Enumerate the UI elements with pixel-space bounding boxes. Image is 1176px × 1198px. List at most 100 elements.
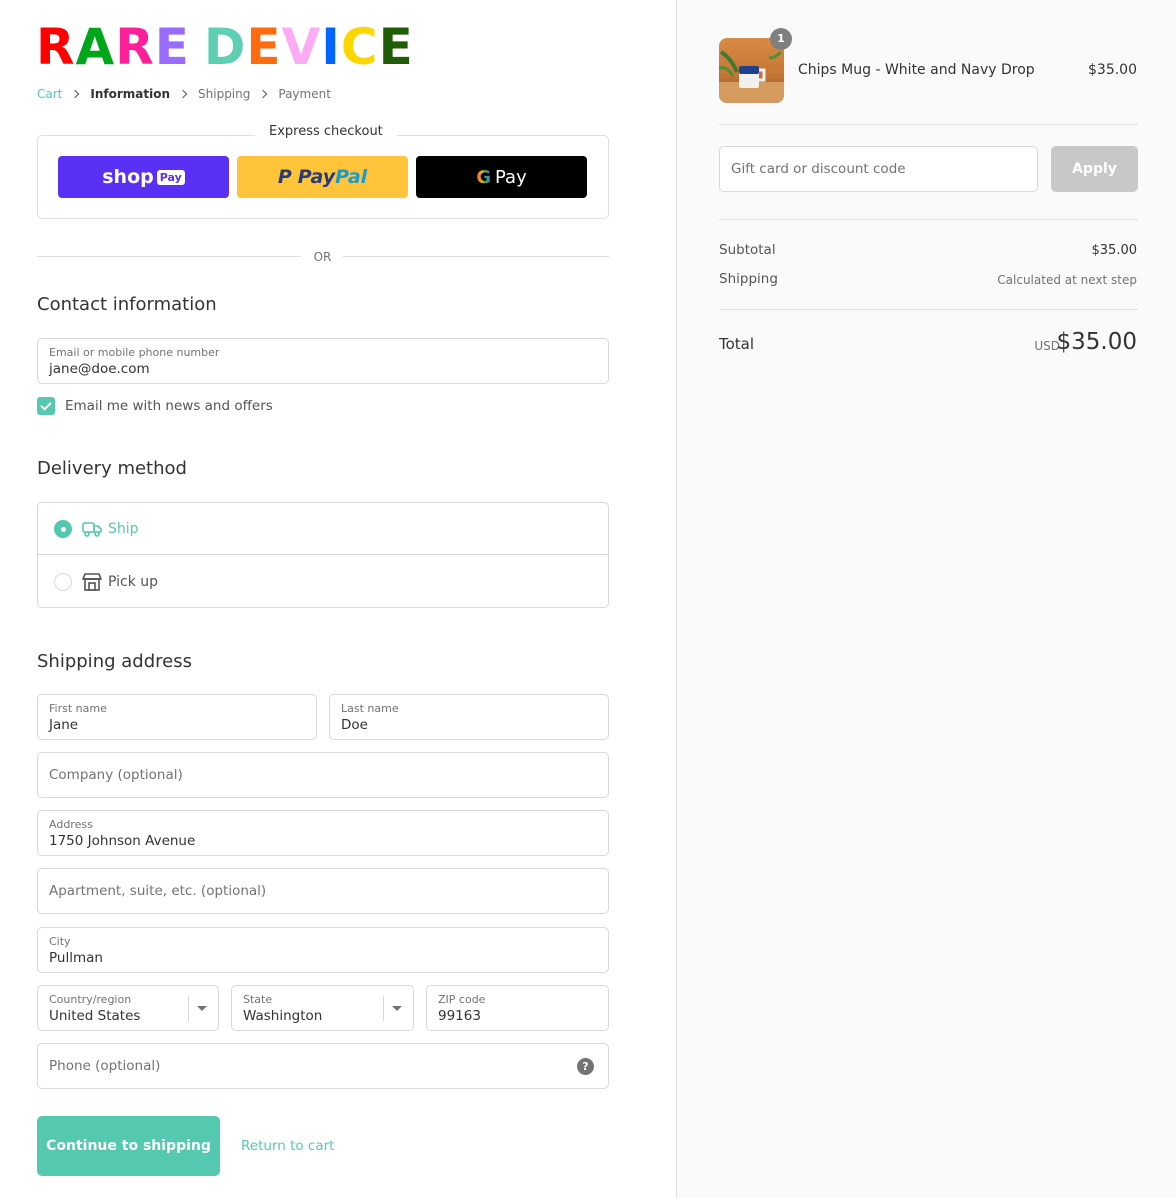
quantity-badge: 1 [770,28,792,50]
first-name-value: Jane [49,717,79,733]
google-g-icon: G [476,166,492,188]
newsletter-label[interactable]: Email me with news and offers [65,398,273,414]
country-label: Country/region [49,993,132,1006]
product-name: Chips Mug - White and Navy Drop [798,62,1035,78]
shipping-heading: Shipping address [37,651,192,672]
logo-letter: E [378,18,414,76]
subtotal-value: $35.00 [1091,243,1138,258]
logo-letter: C [340,18,379,76]
breadcrumb: Cart Information Shipping Payment [37,87,331,101]
total-label: Total [719,335,755,353]
email-value: jane@doe.com [49,361,150,377]
checkout-main: RARE DEVICE Cart Information Shipping Pa… [0,0,676,1198]
last-name-value: Doe [341,717,368,733]
chevron-right-icon [71,88,81,100]
delivery-method-group: Ship Pick up [37,502,609,608]
shipping-label: Shipping [719,271,778,287]
last-name-label: Last name [341,702,399,715]
discount-code-input[interactable]: Gift card or discount code [719,146,1038,192]
summary-divider [719,124,1138,125]
pickup-label: Pick up [108,574,159,590]
apply-button[interactable]: Apply [1051,146,1138,192]
delivery-option-pickup[interactable]: Pick up [38,556,608,608]
city-value: Pullman [49,950,103,966]
logo-letter: E [246,18,282,76]
state-label: State [243,993,273,1006]
first-name-label: First name [49,702,107,715]
breadcrumb-information: Information [90,87,171,101]
product-price: $35.00 [1088,62,1137,78]
logo-letter: I [321,18,341,76]
total-value: $35.00 [1056,329,1137,355]
logo-letter: D [203,18,247,76]
breadcrumb-payment: Payment [278,87,331,101]
email-field[interactable]: Email or mobile phone number jane@doe.co… [37,338,609,384]
google-pay-button[interactable]: G Pay [416,156,587,198]
logo-letter [190,22,204,72]
subtotal-label: Subtotal [719,242,776,258]
paypal-button[interactable]: P Pay Pal [237,156,408,198]
address-label: Address [49,818,93,831]
chevron-right-icon [179,88,189,100]
ship-radio[interactable] [54,519,72,538]
return-to-cart-link[interactable]: Return to cart [241,1138,334,1154]
company-field[interactable]: Company (optional) [37,752,609,798]
company-placeholder: Company (optional) [49,767,183,783]
zip-label: ZIP code [438,993,486,1006]
discount-placeholder: Gift card or discount code [731,161,906,177]
ship-label: Ship [108,520,139,537]
phone-field[interactable]: Phone (optional) ? [37,1043,609,1089]
paypal-text-pal: Pal [335,166,368,188]
select-divider [188,996,189,1021]
shop-pay-word: shop [102,166,154,188]
select-divider [383,996,384,1021]
delivery-option-ship[interactable]: Ship [38,503,608,555]
chevron-down-icon [197,1006,207,1011]
logo-letter: V [281,18,322,76]
store-icon [82,573,102,591]
country-value: United States [49,1008,141,1024]
contact-heading: Contact information [37,294,217,315]
logo-letter: A [75,18,116,76]
state-select[interactable]: State Washington [231,985,414,1031]
shop-pay-button[interactable]: shop Pay [58,156,229,198]
chevron-right-icon [259,88,269,100]
help-icon[interactable]: ? [577,1058,594,1075]
summary-divider [719,309,1138,310]
address-value: 1750 Johnson Avenue [49,833,196,849]
divider-line [37,256,301,257]
order-summary: 1 Chips Mug - White and Navy Drop $35.00… [676,0,1176,1198]
delivery-heading: Delivery method [37,458,187,479]
brand-logo[interactable]: RARE DEVICE [36,22,414,72]
breadcrumb-shipping: Shipping [198,87,251,101]
newsletter-checkbox[interactable] [37,397,55,415]
city-label: City [49,935,71,948]
logo-letter: R [115,18,155,76]
or-divider: OR [313,250,332,264]
last-name-field[interactable]: Last name Doe [329,694,609,740]
address-field[interactable]: Address 1750 Johnson Avenue [37,810,609,856]
continue-to-shipping-button[interactable]: Continue to shipping [37,1116,220,1176]
paypal-text-pay: Pay [297,166,336,188]
city-field[interactable]: City Pullman [37,927,609,973]
logo-letter: R [36,18,76,76]
truck-icon [82,521,102,537]
google-pay-label: Pay [495,166,527,188]
state-value: Washington [243,1008,323,1024]
pickup-radio[interactable] [54,573,72,591]
shop-pay-badge: Pay [156,169,185,185]
shipping-value: Calculated at next step [997,273,1137,287]
breadcrumb-cart[interactable]: Cart [37,87,62,101]
country-select[interactable]: Country/region United States [37,985,219,1031]
logo-letter: E [154,18,190,76]
first-name-field[interactable]: First name Jane [37,694,317,740]
paypal-logo-icon: P [277,166,292,188]
chevron-down-icon [392,1006,402,1011]
email-label: Email or mobile phone number [49,346,220,359]
summary-divider [719,219,1138,220]
zip-field[interactable]: ZIP code 99163 [426,985,609,1031]
express-checkout-title: Express checkout [255,124,397,139]
divider-line [343,256,609,257]
apartment-field[interactable]: Apartment, suite, etc. (optional) [37,868,609,914]
phone-placeholder: Phone (optional) [49,1058,161,1074]
